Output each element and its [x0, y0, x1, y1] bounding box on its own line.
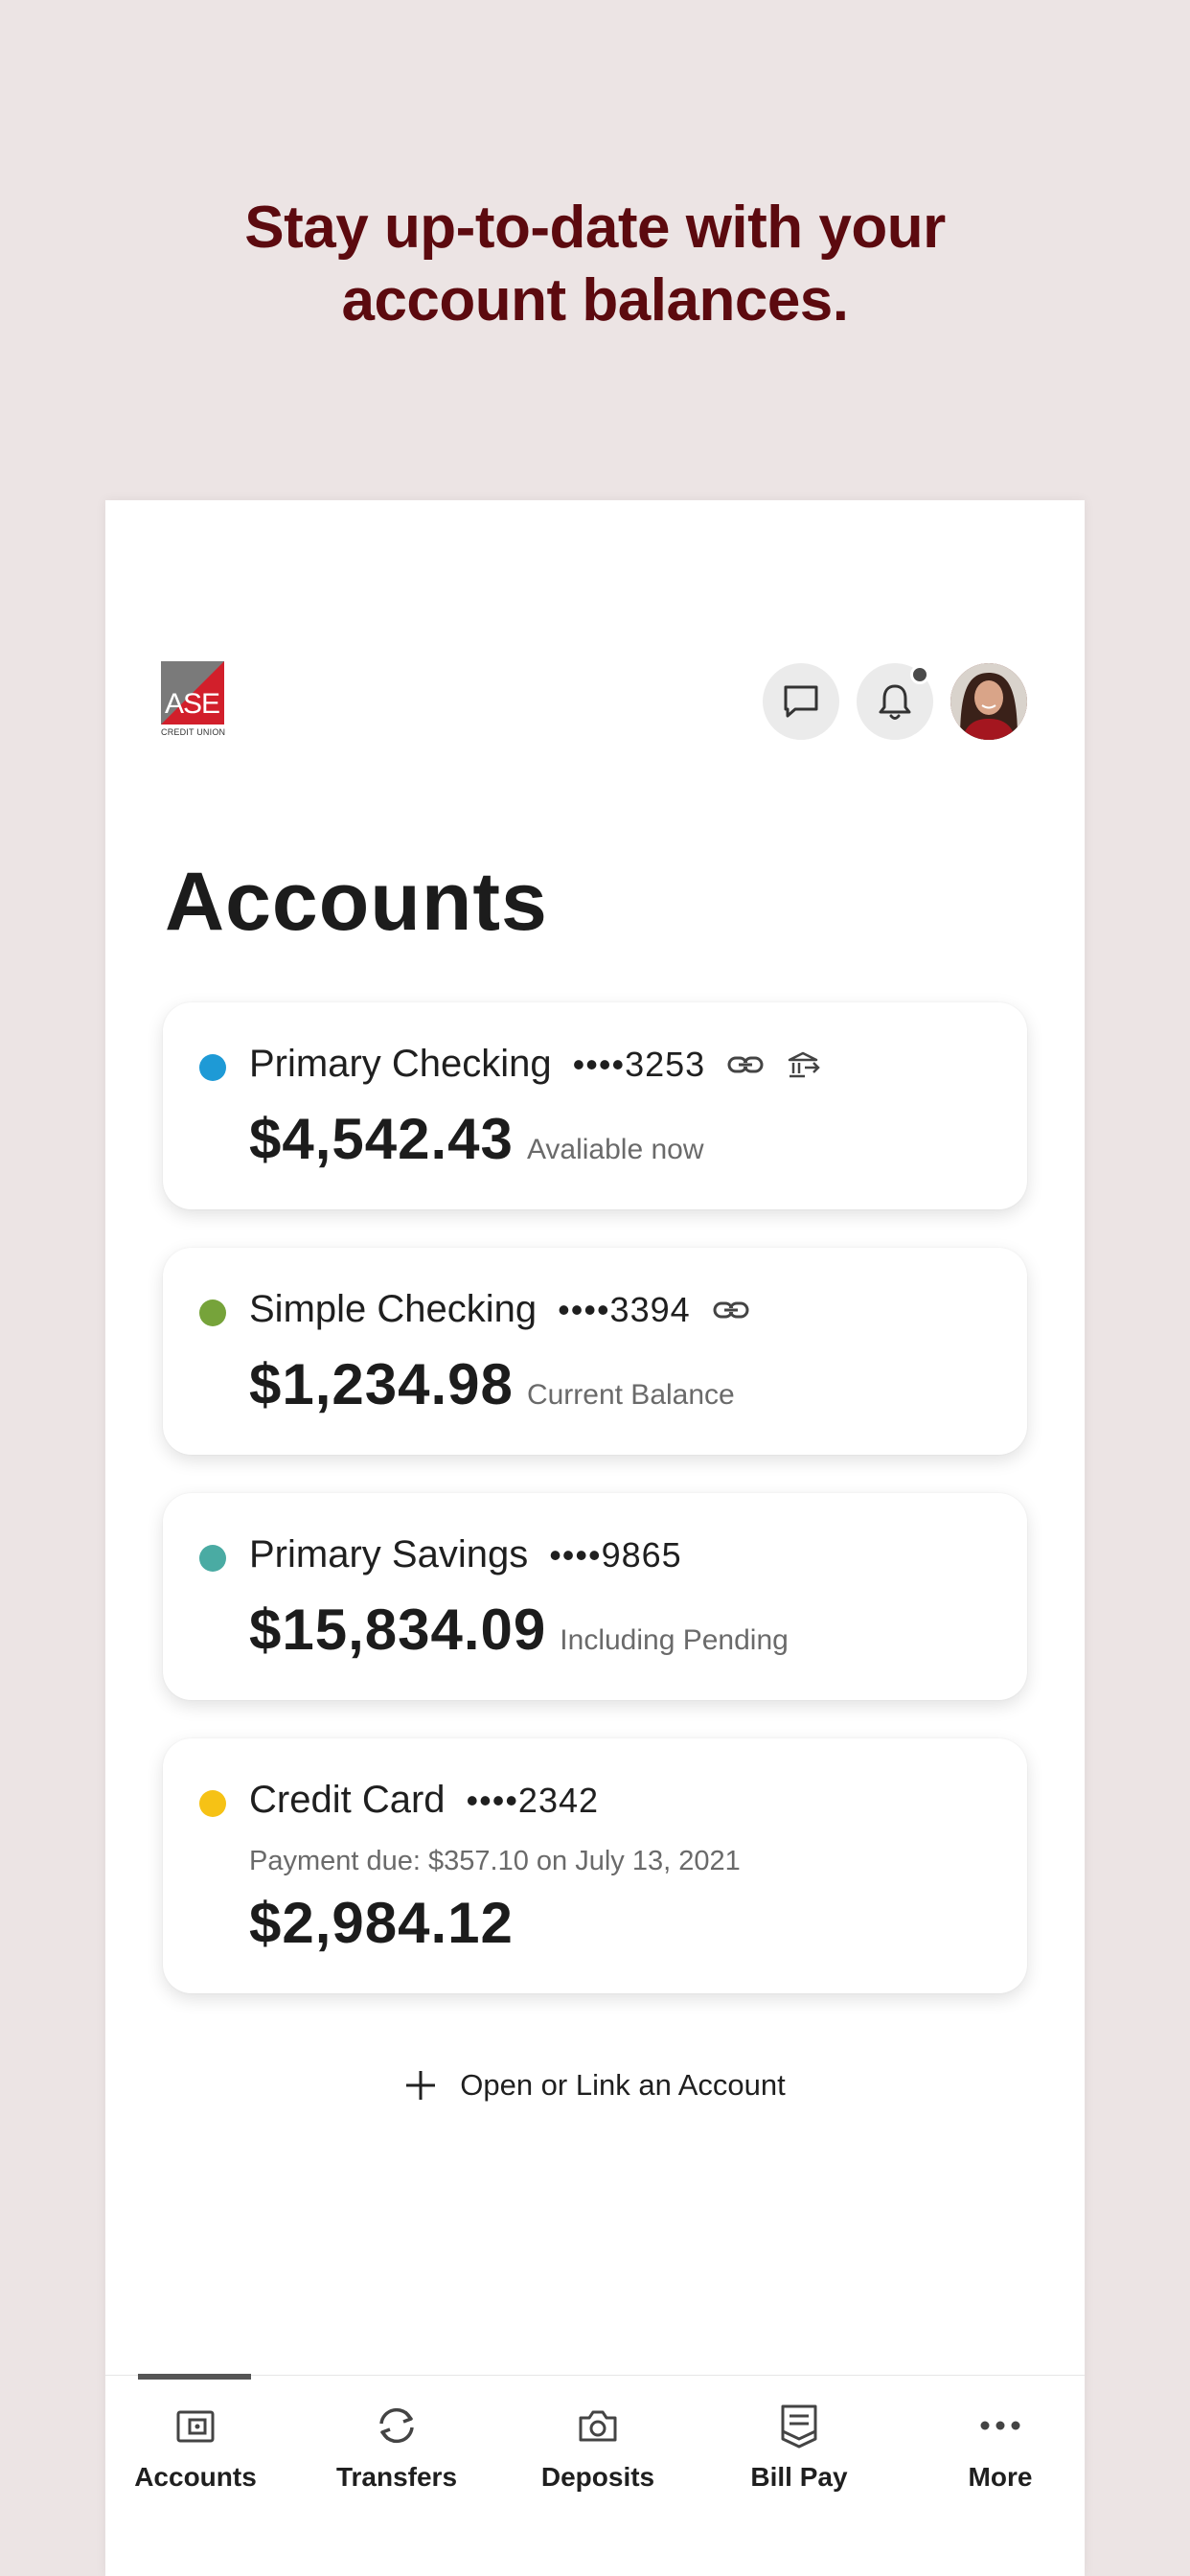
profile-photo [950, 663, 1027, 740]
account-number: ••••9865 [549, 1534, 682, 1575]
bill-icon [701, 2397, 897, 2454]
camera-icon [500, 2397, 696, 2454]
open-link-account-button[interactable]: Open or Link an Account [105, 2068, 1085, 2103]
account-card-primary-savings[interactable]: Primary Savings ••••9865 $15,834.09 Incl… [163, 1493, 1027, 1700]
logo-subtext: CREDIT UNION [161, 727, 226, 737]
account-number: ••••3394 [558, 1289, 691, 1329]
balance-label: Avaliable now [526, 1134, 704, 1165]
logo-text: ASE [165, 688, 220, 720]
headline-line-1: Stay up-to-date with your [244, 195, 946, 261]
transfer-icon [299, 2397, 494, 2454]
wallet-icon [98, 2397, 293, 2454]
account-color-dot [199, 1790, 226, 1817]
account-number: ••••3253 [572, 1044, 706, 1084]
avatar[interactable] [950, 663, 1027, 740]
link-icon [726, 1051, 765, 1078]
bottom-tab-bar: Accounts Transfers Deposits Bill Pay Mor… [105, 2374, 1085, 2576]
tab-label: More [968, 2462, 1033, 2492]
tab-label: Bill Pay [750, 2462, 848, 2492]
balance-label: Including Pending [560, 1624, 789, 1656]
balance-label: Current Balance [526, 1379, 735, 1411]
tab-label: Transfers [335, 2462, 458, 2492]
account-card-primary-checking[interactable]: Primary Checking ••••3253 $4,542.43 Aval… [163, 1002, 1027, 1209]
chat-button[interactable] [763, 663, 839, 740]
account-balance: $4,542.43 [249, 1107, 514, 1171]
notification-badge [910, 665, 929, 684]
account-balance: $2,984.12 [249, 1891, 514, 1955]
payment-due-text: Payment due: $357.10 on July 13, 2021 [249, 1846, 741, 1876]
app-screen: ASE CREDIT UNION Accounts Primary Checki… [105, 500, 1085, 2576]
tab-transfers[interactable]: Transfers [299, 2397, 494, 2493]
more-icon [903, 2397, 1098, 2454]
notifications-button[interactable] [857, 663, 933, 740]
open-link-label: Open or Link an Account [460, 2068, 786, 2102]
account-color-dot [199, 1054, 226, 1081]
tab-more[interactable]: More [903, 2397, 1098, 2493]
tab-accounts[interactable]: Accounts [98, 2397, 293, 2493]
account-card-simple-checking[interactable]: Simple Checking ••••3394 $1,234.98 Curre… [163, 1248, 1027, 1455]
account-color-dot [199, 1300, 226, 1326]
account-balance: $15,834.09 [249, 1598, 547, 1662]
chat-icon [784, 685, 818, 718]
marketing-headline: Stay up-to-date with your account balanc… [0, 192, 1190, 337]
account-color-dot [199, 1545, 226, 1572]
account-name: Primary Savings [249, 1533, 529, 1576]
tab-label: Accounts [134, 2462, 257, 2492]
account-number: ••••2342 [466, 1780, 600, 1820]
account-name: Credit Card [249, 1779, 446, 1821]
active-tab-indicator [138, 2374, 251, 2380]
bank-transfer-icon [786, 1049, 822, 1080]
tab-label: Deposits [540, 2462, 655, 2492]
account-balance: $1,234.98 [249, 1352, 514, 1416]
ase-credit-union-logo: ASE CREDIT UNION [161, 661, 226, 740]
page-title: Accounts [165, 856, 548, 948]
tab-deposits[interactable]: Deposits [500, 2397, 696, 2493]
bell-icon [879, 684, 911, 720]
headline-line-2: account balances. [341, 267, 849, 334]
account-card-credit-card[interactable]: Credit Card ••••2342 Payment due: $357.1… [163, 1738, 1027, 1993]
account-name: Simple Checking [249, 1288, 538, 1330]
tab-bill-pay[interactable]: Bill Pay [701, 2397, 897, 2493]
link-icon [712, 1297, 750, 1323]
plus-icon [404, 2069, 437, 2102]
account-name: Primary Checking [249, 1043, 552, 1085]
